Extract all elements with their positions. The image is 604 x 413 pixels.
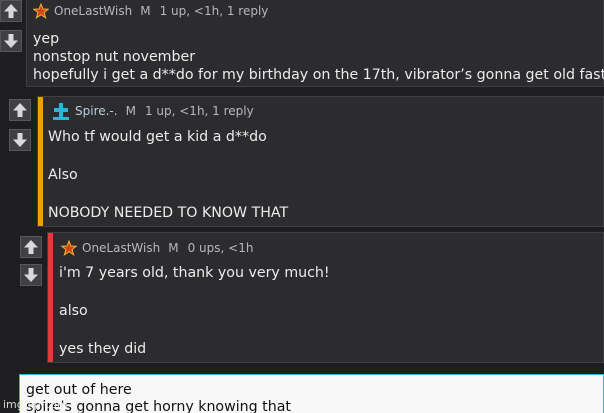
comment-line: yes they did (59, 341, 147, 357)
upvote-button[interactable] (20, 236, 42, 258)
comment-3: OneLastWish M 0 ups, <1h i'm 7 years old… (47, 232, 604, 363)
thread-accent-bar (38, 97, 43, 226)
arrow-down-icon (3, 33, 19, 49)
gender-label: M (168, 241, 179, 255)
comment-line: Also (48, 167, 78, 183)
downvote-button[interactable] (0, 30, 22, 52)
comment-meta: 1 up, <1h, 1 reply (144, 104, 254, 118)
username-link[interactable]: Spire.-. (75, 104, 118, 118)
gender-label: M (140, 4, 151, 18)
username-link[interactable]: OneLastWish (54, 4, 132, 18)
comment-line: yep (33, 31, 60, 47)
comment-header: OneLastWish M 1 up, <1h, 1 reply (33, 3, 268, 19)
upvote-button[interactable] (9, 99, 31, 121)
comment-meta: 0 ups, <1h (187, 241, 254, 255)
arrow-down-icon (23, 267, 39, 283)
username-link[interactable]: OneLastWish (82, 241, 160, 255)
comment-line: Who tf would get a kid a d**do (48, 129, 267, 145)
comment-line: also (59, 303, 88, 319)
downvote-button[interactable] (9, 129, 31, 151)
arrow-down-icon (12, 132, 28, 148)
thread-accent-bar (48, 233, 53, 362)
comment-line: NOBODY NEEDED TO KNOW THAT (48, 205, 289, 221)
comment-line: i'm 7 years old, thank you very much! (59, 265, 330, 281)
comment-2: Spire.-. M 1 up, <1h, 1 reply Who tf wou… (37, 96, 604, 227)
imgflip-watermark: imgflip.com (3, 398, 68, 411)
downvote-button[interactable] (20, 264, 42, 286)
comment-line: hopefully i get a d**do for my birthday … (33, 67, 604, 83)
comment-line: nonstop nut november (33, 49, 196, 65)
arrow-up-icon (12, 102, 28, 118)
reply-textarea[interactable]: get out of here spire's gonna get horny … (19, 374, 604, 413)
upvote-button[interactable] (0, 0, 22, 22)
comment-1: OneLastWish M 1 up, <1h, 1 reply yep non… (26, 0, 604, 87)
arrow-up-icon (3, 3, 19, 19)
star-icon (61, 240, 77, 256)
gender-label: M (125, 104, 136, 118)
arrow-up-icon (23, 239, 39, 255)
cross-icon (52, 102, 70, 120)
comment-thread-page: OneLastWish M 1 up, <1h, 1 reply yep non… (0, 0, 604, 413)
star-icon (33, 3, 49, 19)
comment-meta: 1 up, <1h, 1 reply (159, 4, 269, 18)
comment-header: OneLastWish M 0 ups, <1h (61, 240, 253, 256)
comment-header: Spire.-. M 1 up, <1h, 1 reply (52, 102, 254, 120)
